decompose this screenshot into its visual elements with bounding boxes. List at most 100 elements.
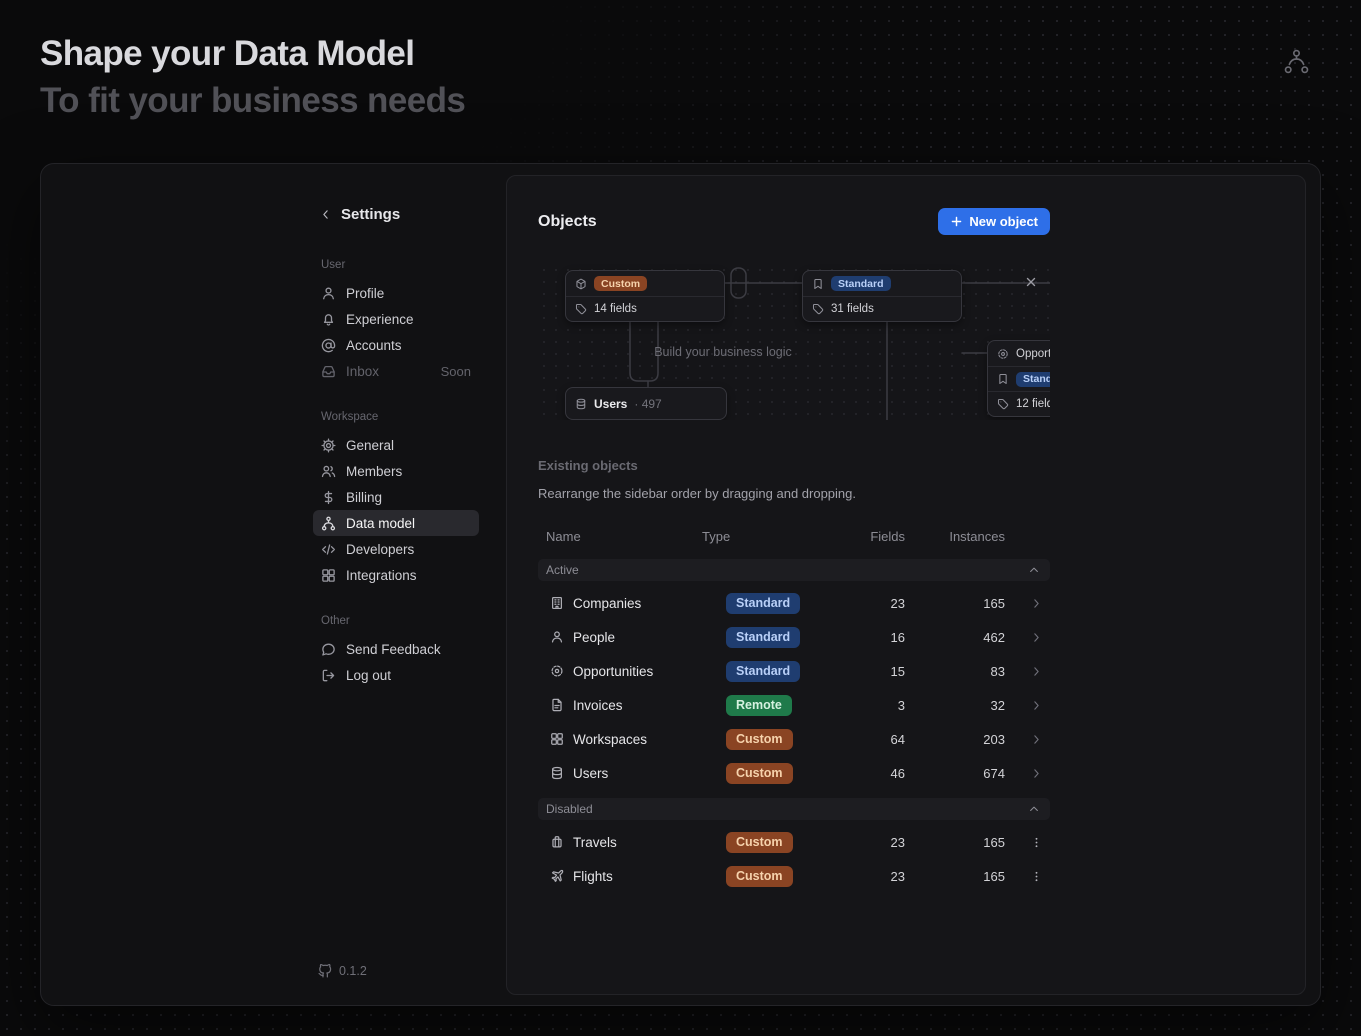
chevron-right-icon[interactable] (1030, 767, 1043, 780)
settings-back-button[interactable]: Settings (319, 206, 479, 223)
target-icon (550, 664, 564, 678)
page-subtitle: To fit your business needs (40, 81, 465, 121)
group-header-disabled[interactable]: Disabled (538, 798, 1050, 820)
plus-icon (950, 215, 963, 228)
node-header: Custom (566, 271, 724, 296)
new-object-button[interactable]: New object (938, 208, 1050, 235)
table-row-companies[interactable]: Companies Standard 23 165 (538, 586, 1050, 620)
table-row-invoices[interactable]: Invoices Remote 3 32 (538, 688, 1050, 722)
node-name: Users (594, 397, 627, 411)
node-fields: 14 fields (566, 296, 724, 321)
type-badge: Standard (726, 661, 800, 682)
group-label: Active (546, 563, 579, 577)
kebab-menu-icon[interactable] (1030, 870, 1043, 883)
sidebar-item-label: Log out (346, 668, 391, 683)
sidebar-item-profile[interactable]: Profile (313, 280, 479, 306)
object-name: Flights (573, 869, 613, 884)
sidebar-item-integrations[interactable]: Integrations (313, 562, 479, 588)
fields-count: 23 (838, 835, 905, 850)
chevron-up-icon[interactable] (1028, 803, 1040, 815)
type-badge: Custom (726, 763, 793, 784)
settings-window: Settings User Profile Experience Account… (40, 163, 1321, 1006)
box-icon (575, 278, 587, 290)
sidebar-item-log-out[interactable]: Log out (313, 662, 479, 688)
objects-title: Objects (538, 213, 597, 231)
canvas-caption: Build your business logic (608, 345, 838, 359)
tag-icon (997, 398, 1009, 410)
new-object-label: New object (969, 214, 1038, 229)
existing-objects-description: Rearrange the sidebar order by dragging … (538, 486, 1274, 501)
soon-badge: Soon (441, 364, 471, 379)
column-instances: Instances (905, 529, 1005, 544)
file-icon (550, 698, 564, 712)
table-row-travels[interactable]: Travels Custom 23 165 (538, 825, 1050, 859)
tag-icon (575, 303, 587, 315)
data-model-icon (1282, 47, 1311, 76)
building-icon (550, 596, 564, 610)
gear-icon (321, 438, 336, 453)
data-model-canvas[interactable]: Custom 14 fields Standard 31 fields (538, 264, 1050, 420)
chevron-right-icon[interactable] (1030, 733, 1043, 746)
table-row-workspaces[interactable]: Workspaces Custom 64 203 (538, 722, 1050, 756)
group-header-active[interactable]: Active (538, 559, 1050, 581)
fields-label: 12 fields (1016, 398, 1050, 410)
database-icon (550, 766, 564, 780)
group-label: Disabled (546, 802, 593, 816)
fields-count: 23 (838, 596, 905, 611)
sidebar-item-data-model[interactable]: Data model (313, 510, 479, 536)
fields-count: 46 (838, 766, 905, 781)
chevron-up-icon[interactable] (1028, 564, 1040, 576)
users-icon (321, 464, 336, 479)
type-badge: Standard (726, 593, 800, 614)
version-number: 0.1.2 (339, 964, 367, 978)
sidebar-item-experience[interactable]: Experience (313, 306, 479, 332)
sidebar-item-general[interactable]: General (313, 432, 479, 458)
node-fields: 31 fields (803, 296, 961, 321)
chevron-right-icon[interactable] (1030, 631, 1043, 644)
object-name: People (573, 630, 615, 645)
objects-panel: Objects New object Custom (506, 175, 1306, 995)
sidebar-item-members[interactable]: Members (313, 458, 479, 484)
chevron-right-icon[interactable] (1030, 597, 1043, 610)
column-type: Type (702, 529, 838, 544)
github-icon (318, 964, 332, 978)
node-header: Standard (803, 271, 961, 296)
sidebar-item-developers[interactable]: Developers (313, 536, 479, 562)
sidebar-item-label: Developers (346, 542, 414, 557)
bookmark-icon (812, 278, 824, 290)
instances-count: 165 (905, 835, 1005, 850)
canvas-node-opportunities[interactable]: Opportunities Standard 12 fields (987, 340, 1050, 417)
chevron-right-icon[interactable] (1030, 699, 1043, 712)
node-count: · 497 (634, 397, 661, 411)
chat-bubble-icon (321, 642, 336, 657)
canvas-node-custom[interactable]: Custom 14 fields (565, 270, 725, 322)
table-row-users[interactable]: Users Custom 46 674 (538, 756, 1050, 790)
nav-section-workspace: Workspace General Members Billing Data m… (313, 411, 479, 588)
sidebar-item-send-feedback[interactable]: Send Feedback (313, 636, 479, 662)
sidebar-item-billing[interactable]: Billing (313, 484, 479, 510)
close-icon[interactable] (1024, 275, 1038, 289)
node-name: Opportunities (1016, 348, 1050, 360)
type-badge: Standard (1016, 372, 1050, 387)
page-title: Shape your Data Model (40, 34, 465, 74)
fields-label: 14 fields (594, 303, 637, 315)
table-row-flights[interactable]: Flights Custom 23 165 (538, 859, 1050, 893)
kebab-menu-icon[interactable] (1030, 836, 1043, 849)
table-row-people[interactable]: People Standard 16 462 (538, 620, 1050, 654)
bookmark-icon (997, 373, 1009, 385)
chevron-left-icon (319, 208, 332, 221)
settings-title: Settings (341, 206, 400, 223)
tag-icon (812, 303, 824, 315)
instances-count: 165 (905, 869, 1005, 884)
canvas-node-standard[interactable]: Standard 31 fields (802, 270, 962, 322)
instances-count: 203 (905, 732, 1005, 747)
sidebar-item-accounts[interactable]: Accounts (313, 332, 479, 358)
chevron-right-icon[interactable] (1030, 665, 1043, 678)
table-row-opportunities[interactable]: Opportunities Standard 15 83 (538, 654, 1050, 688)
canvas-node-users[interactable]: Users · 497 (565, 387, 727, 420)
fields-label: 31 fields (831, 303, 874, 315)
fields-count: 23 (838, 869, 905, 884)
sidebar-item-label: Accounts (346, 338, 402, 353)
page-header: Shape your Data Model To fit your busine… (40, 34, 465, 121)
grid-icon (321, 568, 336, 583)
